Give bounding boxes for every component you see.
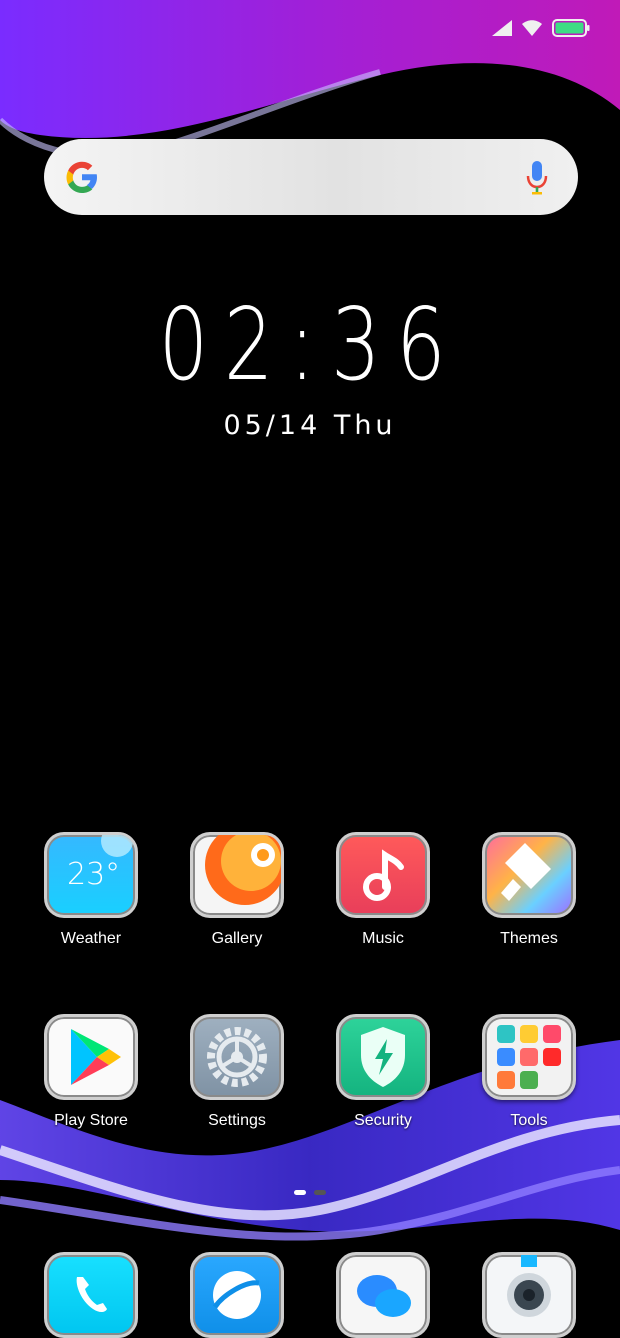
weather-temp: 23° (67, 857, 121, 892)
wifi-icon (522, 20, 542, 36)
app-label: Gallery (211, 930, 263, 947)
app-label: Play Store (54, 1112, 128, 1129)
clock-time[interactable]: 02:36 (68, 290, 552, 400)
security-icon (336, 1014, 430, 1100)
play-store-icon (44, 1014, 138, 1100)
google-search-bar[interactable] (44, 139, 578, 215)
messages-icon (336, 1252, 430, 1338)
mic-icon[interactable] (526, 161, 548, 195)
browser-icon (190, 1252, 284, 1338)
themes-icon (482, 832, 576, 918)
status-bar (492, 16, 590, 40)
camera-icon (482, 1252, 576, 1338)
tools-folder-icon (482, 1014, 576, 1100)
app-gallery[interactable]: Gallery (172, 832, 302, 948)
app-label: Themes (500, 930, 558, 947)
app-label: Security (354, 1112, 412, 1129)
app-themes[interactable]: Themes (464, 832, 594, 948)
battery-icon (552, 19, 590, 37)
app-music[interactable]: Music (318, 832, 448, 948)
weather-icon: 23° (44, 832, 138, 918)
app-settings[interactable]: Settings (172, 1014, 302, 1130)
app-label: Settings (208, 1112, 266, 1129)
app-weather[interactable]: 23° Weather (26, 832, 156, 948)
dock-browser[interactable] (172, 1252, 302, 1338)
app-label: Weather (60, 930, 122, 947)
app-tools-folder[interactable]: Tools (464, 1014, 594, 1130)
gallery-icon (190, 832, 284, 918)
app-play-store[interactable]: Play Store (26, 1014, 156, 1130)
app-security[interactable]: Security (318, 1014, 448, 1130)
phone-icon (44, 1252, 138, 1338)
dock-camera[interactable] (464, 1252, 594, 1338)
page-dot-1[interactable] (294, 1190, 306, 1195)
app-label: Tools (510, 1112, 548, 1129)
clock-date: 05/14 Thu (223, 410, 397, 441)
dock-messages[interactable] (318, 1252, 448, 1338)
google-logo-icon (66, 161, 97, 193)
page-dot-2[interactable] (314, 1190, 326, 1195)
page-indicator[interactable] (294, 1190, 326, 1195)
signal-icon (492, 20, 512, 36)
dock-phone[interactable] (26, 1252, 156, 1338)
music-icon (336, 832, 430, 918)
app-label: Music (362, 930, 404, 947)
settings-icon (190, 1014, 284, 1100)
